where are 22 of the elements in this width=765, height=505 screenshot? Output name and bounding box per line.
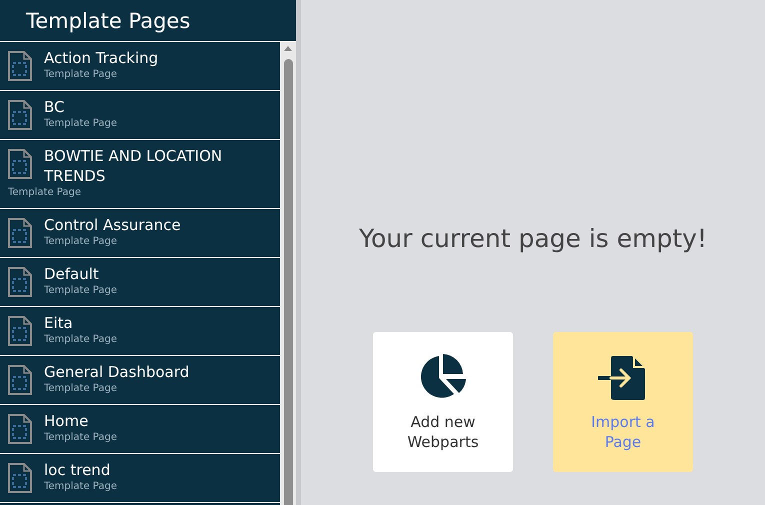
page-icon <box>8 100 32 130</box>
page-icon <box>8 316 32 346</box>
template-list-item[interactable]: Home Template Page <box>0 405 280 454</box>
page-icon <box>8 149 32 179</box>
page-icon <box>8 414 32 444</box>
scrollbar-thumb[interactable] <box>284 59 292 505</box>
scroll-up-icon[interactable] <box>284 46 292 51</box>
page-icon <box>8 365 32 395</box>
template-list-item[interactable]: BC Template Page <box>0 91 280 140</box>
empty-page-heading: Your current page is empty! <box>359 223 707 255</box>
page-icon <box>8 218 32 248</box>
template-list-item[interactable]: Action Tracking Template Page <box>0 42 280 91</box>
page-icon <box>8 463 32 493</box>
template-list-item[interactable]: Eita Template Page <box>0 307 280 356</box>
template-list-item[interactable]: loc trend Template Page <box>0 454 280 503</box>
add-webparts-button[interactable]: Add new Webparts <box>373 332 513 472</box>
template-list-item[interactable]: General Dashboard Template Page <box>0 356 280 405</box>
template-list-item[interactable]: Default Template Page <box>0 258 280 307</box>
page-icon <box>8 51 32 81</box>
page-icon <box>8 267 32 297</box>
scrollbar[interactable] <box>280 42 296 505</box>
template-list-item[interactable]: Control Assurance Template Page <box>0 209 280 258</box>
